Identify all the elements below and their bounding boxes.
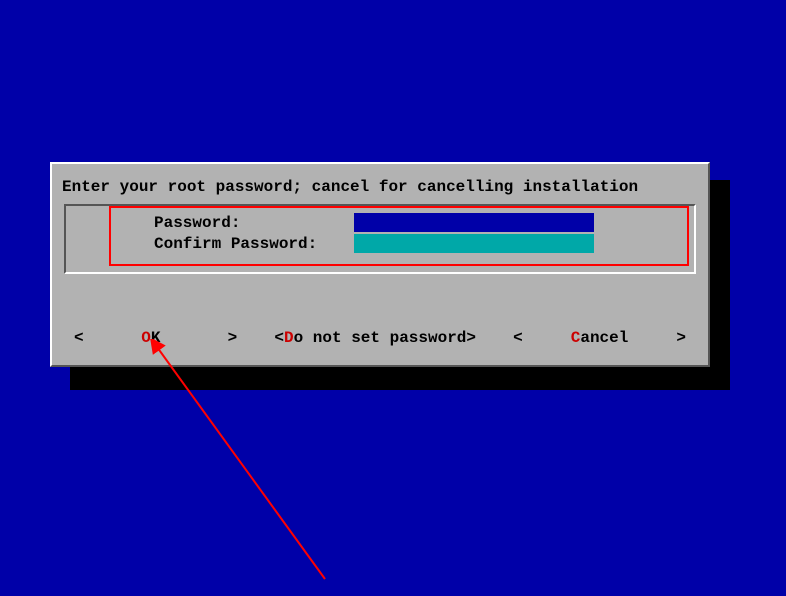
cancel-button[interactable]: < Cancel > [513, 329, 686, 347]
ok-button[interactable]: < OK > [74, 329, 237, 347]
password-input[interactable] [354, 213, 594, 232]
root-password-dialog: Enter your root password; cancel for can… [50, 162, 710, 367]
confirm-password-label: Confirm Password: [74, 235, 354, 253]
confirm-password-input[interactable] [354, 234, 594, 253]
button-row: < OK > <Do not set password> < Cancel > [52, 329, 708, 347]
password-label: Password: [74, 214, 354, 232]
cancel-hotkey: C [571, 329, 581, 347]
input-panel: Password: Confirm Password: [64, 204, 696, 274]
confirm-password-row: Confirm Password: [74, 233, 686, 254]
do-not-set-password-button[interactable]: <Do not set password> [274, 329, 476, 347]
ok-hotkey: O [141, 329, 151, 347]
noset-hotkey: D [284, 329, 294, 347]
password-row: Password: [74, 212, 686, 233]
dialog-title: Enter your root password; cancel for can… [52, 164, 708, 204]
